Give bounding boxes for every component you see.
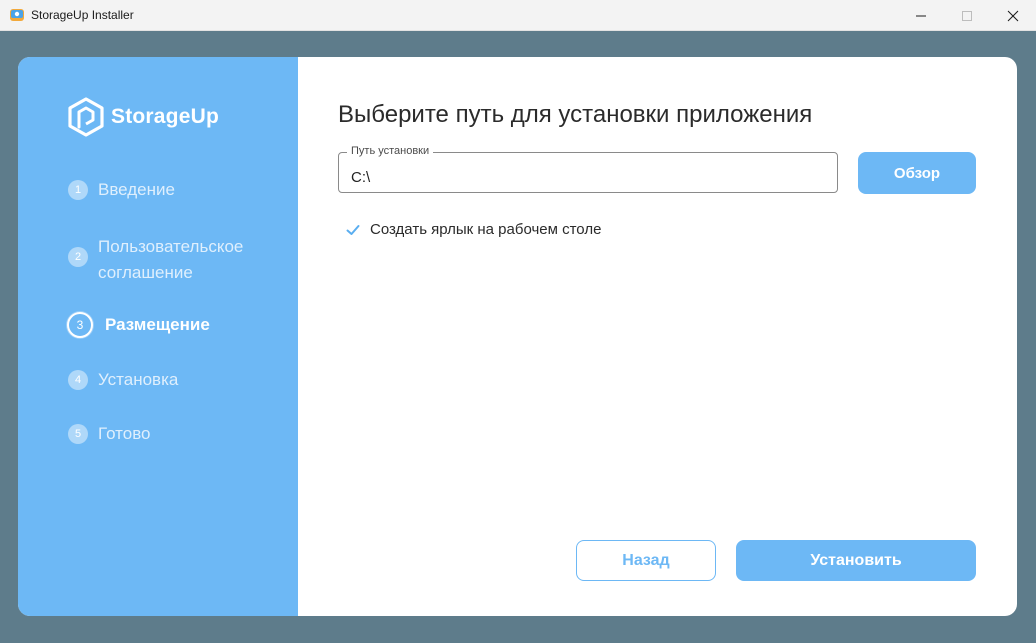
step-done: 5 Готово [68,424,268,447]
close-icon [1007,10,1019,21]
step-label: Введение [98,180,175,199]
install-path-field[interactable]: Путь установки C:\ [338,145,838,193]
brand: StorageUp [67,97,219,137]
storageup-logo-icon [68,97,104,137]
step-number: 1 [68,180,88,200]
page-title: Выберите путь для установки приложения [338,101,813,128]
step-number: 2 [68,247,88,267]
window-title: StorageUp Installer [31,8,134,22]
installer-card: StorageUp 1 Введение 2 Пользовательское … [18,57,1017,616]
step-installation: 4 Установка [68,370,268,393]
minimize-button[interactable] [898,0,944,31]
step-number: 4 [68,370,88,390]
checkmark-icon [346,224,360,235]
step-label: Установка [98,370,179,389]
step-introduction: 1 Введение [68,180,268,203]
install-path-label: Путь установки [347,145,434,157]
browse-button[interactable]: Обзор [858,152,976,194]
install-path-value[interactable]: C:\ [351,169,370,186]
close-button[interactable] [990,0,1036,31]
install-button[interactable]: Установить [736,540,976,581]
maximize-button[interactable] [944,0,990,31]
step-number: 5 [68,424,88,444]
step-label: Размещение [105,315,210,334]
desktop-shortcut-label: Создать ярлык на рабочем столе [370,221,602,238]
step-number: 3 [67,312,93,338]
brand-name: StorageUp [111,105,219,128]
minimize-icon [916,15,926,16]
storageup-app-icon [10,9,24,21]
step-user-agreement: 2 Пользовательское соглашение [68,234,268,286]
title-bar[interactable]: StorageUp Installer [0,0,1036,31]
steps-sidebar: StorageUp 1 Введение 2 Пользовательское … [18,57,298,616]
desktop-shortcut-checkbox[interactable]: Создать ярлык на рабочем столе [346,221,601,238]
step-label: Пользовательское соглашение [98,237,244,282]
maximize-icon [962,10,972,21]
step-placement: 3 Размещение [67,312,275,338]
step-label: Готово [98,424,151,443]
back-button[interactable]: Назад [576,540,716,581]
